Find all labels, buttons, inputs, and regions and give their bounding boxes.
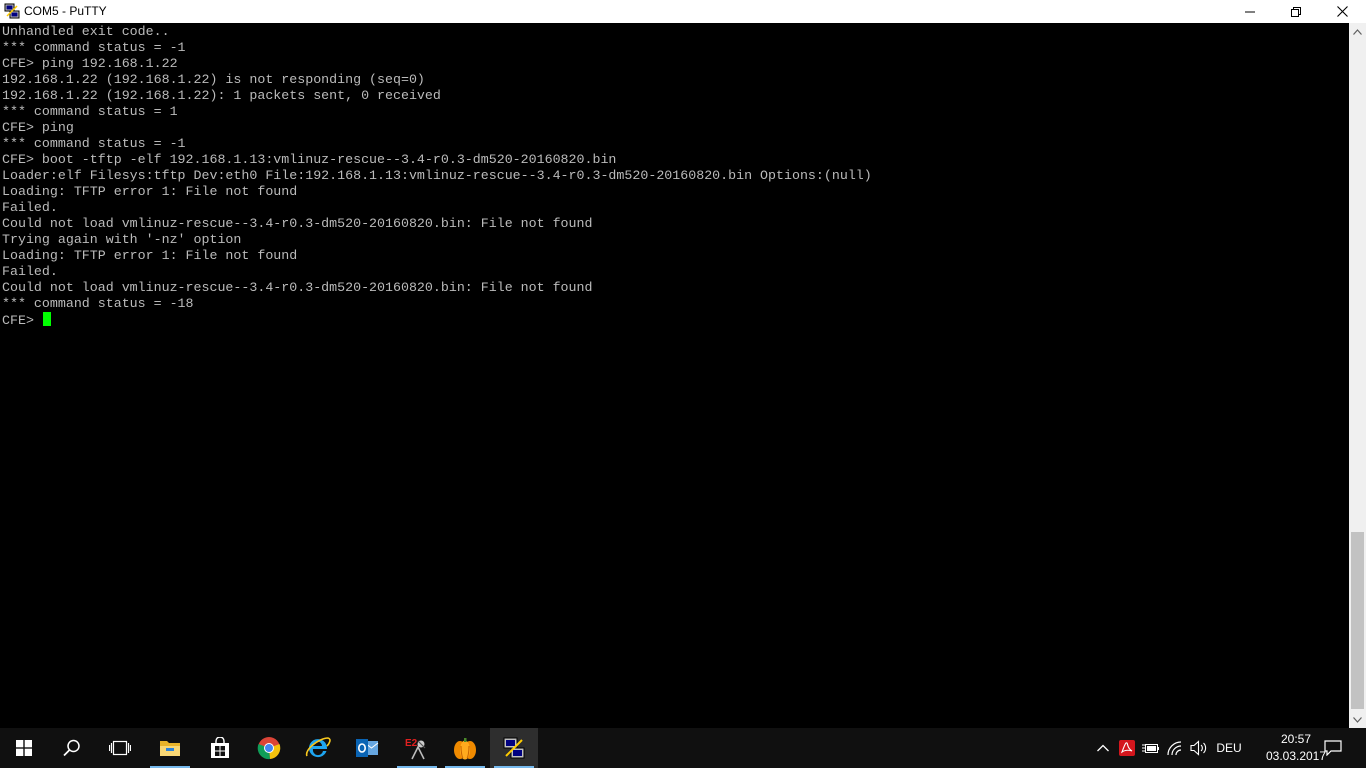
taskbar-file-explorer[interactable] [146, 728, 194, 768]
close-button[interactable] [1319, 0, 1365, 23]
terminal-output[interactable]: Unhandled exit code.. *** command status … [0, 23, 1349, 728]
terminal-line: *** command status = -18 [2, 296, 194, 311]
terminal-line: Trying again with '-nz' option [2, 232, 242, 247]
terminal-line: 192.168.1.22 (192.168.1.22) is not respo… [2, 72, 425, 87]
terminal-line: Loading: TFTP error 1: File not found [2, 248, 298, 263]
terminal-line: 192.168.1.22 (192.168.1.22): 1 packets s… [2, 88, 441, 103]
terminal-line: Unhandled exit code.. [2, 24, 170, 39]
show-hidden-icons-button[interactable] [1092, 728, 1114, 768]
taskbar: E2 DEU 20:57 03.03.2017 [0, 728, 1366, 768]
terminal-line: *** command status = 1 [2, 104, 178, 119]
speaker-icon [1190, 740, 1207, 756]
battery-icon [1142, 744, 1159, 753]
tray-battery[interactable] [1140, 728, 1162, 768]
terminal-line: Failed. [2, 200, 58, 215]
tray-wifi[interactable] [1164, 728, 1186, 768]
close-icon [1336, 6, 1348, 17]
taskbar-e2-editor[interactable]: E2 [393, 728, 441, 768]
terminal-cursor [42, 312, 51, 326]
putty-icon[interactable] [4, 3, 20, 19]
minimize-button[interactable] [1227, 0, 1273, 23]
terminal-line: *** command status = -1 [2, 40, 186, 55]
terminal-line: CFE> ping [2, 120, 74, 135]
taskbar-internet-explorer[interactable] [294, 728, 342, 768]
start-icon [16, 740, 32, 756]
chrome-icon [257, 737, 281, 760]
minimize-icon [1245, 11, 1255, 12]
wifi-icon [1167, 741, 1182, 756]
putty-icon [503, 737, 525, 759]
notification-icon [1324, 740, 1342, 756]
e2-editor-icon: E2 [405, 738, 426, 760]
terminal-line: *** command status = -1 [2, 136, 186, 151]
scrollbar-thumb[interactable] [1351, 532, 1364, 709]
terminal-line: CFE> ping 192.168.1.22 [2, 56, 178, 71]
tray-volume[interactable] [1188, 728, 1210, 768]
file-explorer-icon [160, 741, 180, 756]
terminal-prompt-line: CFE> [2, 312, 872, 328]
taskbar-outlook[interactable] [343, 728, 391, 768]
window-title: COM5 - PuTTY [24, 4, 107, 18]
search-icon [63, 739, 80, 757]
taskbar-store[interactable] [196, 728, 244, 768]
store-icon [211, 737, 229, 758]
acrobat-icon [1119, 740, 1135, 756]
task-view-icon [109, 740, 131, 756]
terminal-line: Could not load vmlinuz-rescue--3.4-r0.3-… [2, 216, 593, 231]
task-view-button[interactable] [96, 728, 144, 768]
chevron-up-icon [1097, 744, 1109, 752]
start-button[interactable] [0, 728, 48, 768]
svg-text:E2: E2 [405, 738, 418, 749]
chevron-down-icon [1353, 716, 1362, 723]
scroll-down-button[interactable] [1349, 711, 1366, 728]
language-indicator: DEU [1216, 741, 1242, 755]
title-bar[interactable]: COM5 - PuTTY [0, 0, 1366, 23]
terminal-prompt: CFE> [2, 313, 42, 328]
taskbar-pumpkin-app[interactable] [441, 728, 489, 768]
tray-language[interactable]: DEU [1212, 728, 1246, 768]
internet-explorer-icon [305, 737, 331, 758]
taskbar-chrome[interactable] [245, 728, 293, 768]
taskbar-putty[interactable] [490, 728, 538, 768]
outlook-icon [356, 739, 379, 757]
terminal-line: Loading: TFTP error 1: File not found [2, 184, 298, 199]
chevron-up-icon [1353, 28, 1362, 35]
restore-icon [1291, 6, 1301, 17]
pumpkin-icon [454, 738, 476, 760]
action-center-button[interactable] [1316, 728, 1350, 768]
terminal-line: CFE> boot -tftp -elf 192.168.1.13:vmlinu… [2, 152, 617, 167]
terminal-line: Could not load vmlinuz-rescue--3.4-r0.3-… [2, 280, 593, 295]
terminal-line: Failed. [2, 264, 58, 279]
terminal-line: Loader:elf Filesys:tftp Dev:eth0 File:19… [2, 168, 872, 183]
restore-button[interactable] [1273, 0, 1319, 23]
search-button[interactable] [48, 728, 96, 768]
tray-acrobat[interactable] [1116, 728, 1138, 768]
vertical-scrollbar[interactable] [1349, 23, 1366, 728]
scroll-up-button[interactable] [1349, 23, 1366, 40]
terminal-lines: Unhandled exit code.. *** command status … [2, 24, 872, 328]
